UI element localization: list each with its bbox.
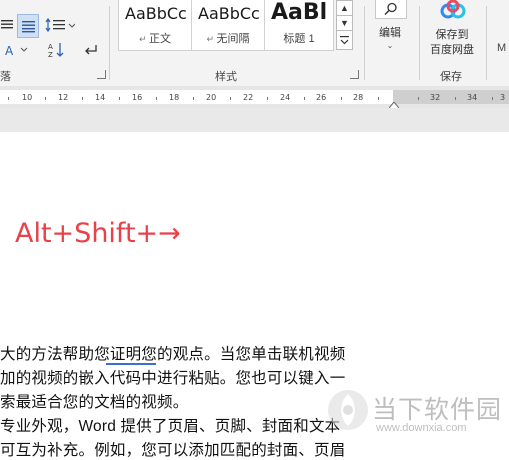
tick <box>492 97 493 100</box>
search-icon[interactable] <box>375 0 407 19</box>
distributed-align-icon[interactable] <box>17 14 39 38</box>
shortcut-caption: Alt+Shift+→ <box>15 218 181 249</box>
tick <box>267 97 268 100</box>
svg-text:A: A <box>5 44 14 57</box>
style-normal[interactable]: AaBbCc ↵ 正文 <box>118 0 192 51</box>
body-line: 专业外观，Word 提供了页眉、页脚、封面和文本 <box>0 418 341 435</box>
styles-more-icon[interactable] <box>336 30 353 50</box>
save-label-line1: 保存到 <box>435 29 469 41</box>
styles-dialog-launcher-icon[interactable] <box>350 70 359 79</box>
watermark-url: www.downxia.com <box>376 422 467 434</box>
style-heading-1[interactable]: AaBl 标题 1 <box>264 0 334 51</box>
tick <box>341 97 342 100</box>
body-line: 可互为补充。例如，您可以添加匹配的封面、页眉 <box>0 442 346 459</box>
save-group-label: 保存 <box>440 71 462 83</box>
save-label-line2: 百度网盘 <box>430 44 474 56</box>
tick <box>119 97 120 100</box>
tick <box>156 97 157 100</box>
body-line: 索最适合您的文档的视频。 <box>0 394 189 411</box>
document-page[interactable]: Alt+Shift+→ 大的方法帮助您证明您的观点。当您单击联机视频 加的视频的… <box>0 132 509 460</box>
line-spacing-icon[interactable] <box>44 14 76 36</box>
watermark-name: 当下软件园 <box>372 396 503 424</box>
chevron-down-icon: ⌄ <box>386 41 394 50</box>
horizontal-ruler[interactable]: 10 12 14 16 18 20 22 24 26 28 32 34 3 <box>0 86 509 112</box>
ribbon: A AZ 落 AaBbCc ↵ 正文 AaBbCc ↵ 无间隔 AaBl 标题 … <box>0 0 509 87</box>
tick <box>82 97 83 100</box>
tick <box>193 97 194 100</box>
paragraph-group-label: 落 <box>0 71 11 83</box>
align-justify-icon[interactable] <box>0 16 14 34</box>
svg-text:A: A <box>48 43 53 51</box>
edit-button[interactable]: 编辑 ⌄ <box>372 24 408 54</box>
divider <box>109 6 110 80</box>
paragraph-dialog-launcher-icon[interactable] <box>97 70 106 79</box>
asian-layout-icon[interactable]: A <box>4 40 30 60</box>
tick <box>8 97 9 100</box>
tick <box>45 97 46 100</box>
tick-marks <box>0 86 509 108</box>
watermark-logo-icon <box>326 388 370 437</box>
spell-underline <box>106 361 156 365</box>
divider <box>364 6 365 80</box>
style-no-spacing[interactable]: AaBbCc ↵ 无间隔 <box>191 0 265 51</box>
tick <box>230 97 231 100</box>
paragraph-mark-icon[interactable] <box>80 40 100 60</box>
save-to-baidu-button[interactable]: 保存到 百度网盘 <box>424 0 480 60</box>
divider <box>486 6 487 80</box>
tick <box>304 97 305 100</box>
edit-label: 编辑 <box>379 27 401 39</box>
watermark: 当下软件园 www.downxia.com <box>326 388 506 438</box>
overflow-group-label: M <box>497 42 507 54</box>
style-sample: AaBbCc <box>125 4 187 23</box>
baidu-netdisk-icon <box>439 0 467 25</box>
styles-scroll-down-icon[interactable]: ▼ <box>336 15 353 31</box>
sort-icon[interactable]: AZ <box>46 40 68 60</box>
tick <box>418 97 419 100</box>
body-line: 大的方法帮助您证明您的观点。当您单击联机视频 <box>0 346 346 363</box>
styles-group-label: 样式 <box>215 71 237 83</box>
tick <box>378 97 379 100</box>
tick <box>455 97 456 100</box>
style-sample: AaBbCc <box>198 4 260 23</box>
divider <box>419 6 420 80</box>
page-gap <box>0 108 509 132</box>
body-line: 加的视频的嵌入代码中进行粘贴。您也可以键入一 <box>0 370 346 387</box>
style-sample: AaBl <box>271 0 328 25</box>
style-name: 标题 1 <box>283 33 315 45</box>
styles-scroll-up-icon[interactable]: ▲ <box>336 0 353 16</box>
style-name: ↵ 无间隔 <box>206 33 250 45</box>
svg-text:Z: Z <box>48 51 53 58</box>
style-name: ↵ 正文 <box>138 33 172 45</box>
